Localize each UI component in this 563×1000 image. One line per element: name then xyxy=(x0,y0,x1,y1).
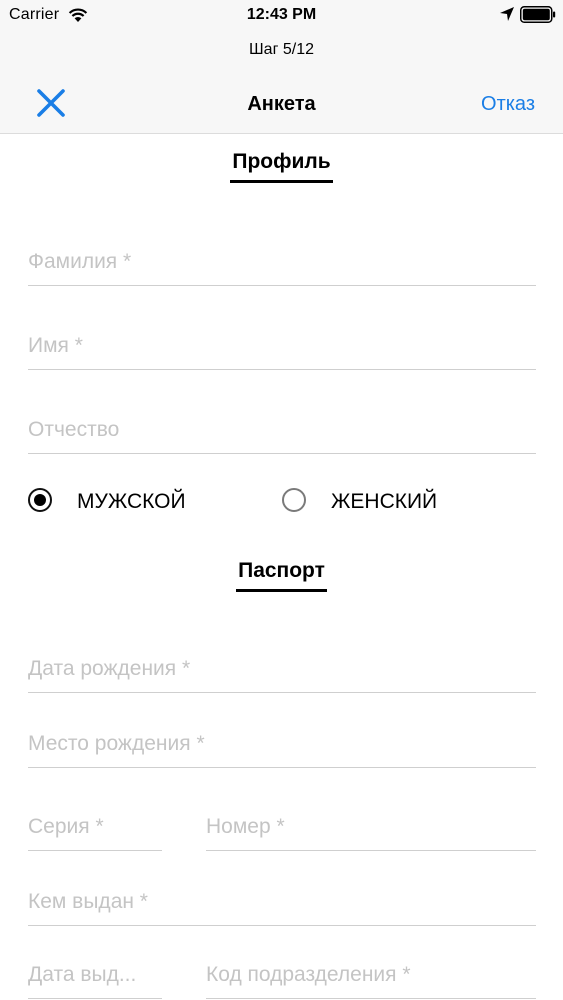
passport-series-placeholder: Серия * xyxy=(28,815,104,838)
issued-by-placeholder: Кем выдан * xyxy=(28,890,148,913)
passport-heading-label: Паспорт xyxy=(236,558,327,592)
birth-date-field[interactable]: Дата рождения * xyxy=(28,652,536,693)
gender-female-radio[interactable]: ЖЕНСКИЙ xyxy=(282,487,482,517)
profile-section-heading: Профиль xyxy=(0,149,563,183)
gender-male-radio[interactable]: МУЖСКОЙ xyxy=(28,487,228,517)
patronymic-field[interactable]: Отчество xyxy=(28,413,536,454)
first-name-field[interactable]: Имя * xyxy=(28,329,536,370)
last-name-placeholder: Фамилия * xyxy=(28,250,132,273)
status-bar: Carrier 12:43 PM xyxy=(0,0,563,30)
gender-male-label: МУЖСКОЙ xyxy=(77,490,186,513)
birth-place-placeholder: Место рождения * xyxy=(28,732,205,755)
issued-by-field[interactable]: Кем выдан * xyxy=(28,885,536,926)
passport-number-field[interactable]: Номер * xyxy=(206,810,536,851)
passport-series-field[interactable]: Серия * xyxy=(28,810,162,851)
passport-number-placeholder: Номер * xyxy=(206,815,285,838)
birth-date-placeholder: Дата рождения * xyxy=(28,657,191,680)
birth-place-field[interactable]: Место рождения * xyxy=(28,727,536,768)
first-name-placeholder: Имя * xyxy=(28,334,83,357)
radio-checked-icon xyxy=(28,488,52,512)
patronymic-placeholder: Отчество xyxy=(28,418,120,441)
status-time: 12:43 PM xyxy=(246,6,317,23)
cancel-button[interactable]: Отказ xyxy=(481,92,535,116)
questionnaire-screen: Carrier 12:43 PM Шаг 5/12 Анкета Отказ П… xyxy=(0,0,563,1000)
last-name-field[interactable]: Фамилия * xyxy=(28,245,536,286)
location-arrow-icon xyxy=(500,7,514,21)
page-title: Анкета xyxy=(247,93,316,115)
battery-icon xyxy=(520,6,556,23)
radio-unchecked-icon xyxy=(282,488,306,512)
passport-section-heading: Паспорт xyxy=(0,558,563,592)
gender-female-label: ЖЕНСКИЙ xyxy=(331,490,438,513)
issue-date-field[interactable]: Дата выд... xyxy=(28,958,162,999)
profile-heading-label: Профиль xyxy=(230,149,333,183)
issue-date-placeholder: Дата выд... xyxy=(28,963,137,986)
department-code-placeholder: Код подразделения * xyxy=(206,963,411,986)
step-indicator: Шаг 5/12 xyxy=(249,41,314,58)
radio-dot xyxy=(34,494,46,506)
navigation-bar: Шаг 5/12 Анкета Отказ xyxy=(0,30,563,134)
department-code-field[interactable]: Код подразделения * xyxy=(206,958,536,999)
